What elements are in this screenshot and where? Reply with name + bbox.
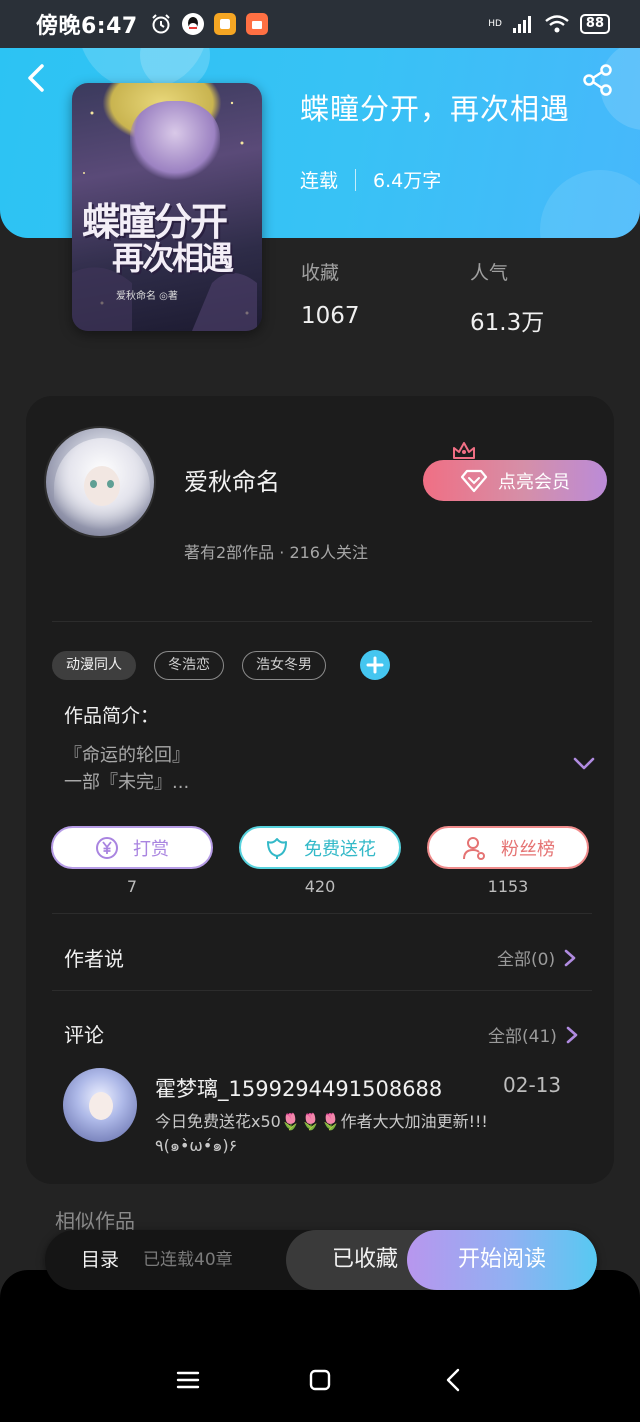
intro-line: 『命运的轮回』 (64, 745, 190, 766)
divider (52, 913, 592, 914)
fan-ranking-button[interactable]: 粉丝榜 (427, 826, 589, 869)
comment-text: 今日免费送花x50🌷🌷🌷作者大大加油更新!!! ٩(๑•̀ω•́๑)۶ (155, 1110, 488, 1158)
author-says-more[interactable]: 全部(0) (497, 945, 577, 970)
meta-divider (355, 168, 357, 191)
back-nav-icon[interactable] (438, 1364, 470, 1396)
reward-label: 打赏 (133, 838, 169, 860)
tag-list: 动漫同人 冬浩恋 浩女冬男 (52, 650, 390, 680)
signal-icon (512, 16, 531, 33)
crown-icon (453, 442, 475, 459)
word-count: 6.4万字 (373, 170, 442, 192)
divider (52, 621, 592, 622)
shop-icon (245, 13, 268, 35)
yen-icon (96, 836, 118, 859)
back-button[interactable] (22, 60, 52, 96)
vip-label: 点亮会员 (498, 471, 570, 493)
status-time: 傍晚6:47 (36, 14, 138, 39)
vip-button[interactable]: 点亮会员 (423, 460, 607, 501)
notes-icon (213, 13, 236, 35)
home-icon[interactable] (304, 1364, 336, 1396)
tag-item[interactable]: 冬浩恋 (154, 650, 224, 680)
fan-count: 1153 (487, 877, 529, 896)
book-meta: 连载 6.4万字 (300, 166, 441, 193)
comment-date: 02-13 (503, 1073, 562, 1097)
send-flower-label: 免费送花 (304, 838, 376, 860)
send-flower-button[interactable]: 免费送花 (239, 826, 401, 869)
chevron-down-icon[interactable] (572, 754, 596, 774)
book-status: 连载 (300, 170, 339, 192)
chapter-count: 已连载40章 (143, 1250, 233, 1270)
author-says-more-label: 全部(0) (497, 950, 556, 970)
author-subtitle: 著有2部作品 · 216人关注 (184, 543, 368, 562)
battery-indicator: 88 (579, 14, 610, 34)
diamond-icon (460, 469, 488, 492)
cover-title-line2: 再次相遇 (112, 239, 234, 277)
tag-item[interactable]: 浩女冬男 (242, 650, 326, 680)
chevron-right-icon (566, 1026, 578, 1043)
stat-favorites: 收藏 1067 (301, 258, 360, 329)
author-name[interactable]: 爱秋命名 (184, 462, 280, 497)
book-title: 蝶瞳分开，再次相遇 (300, 92, 571, 126)
cover-byline: 爱秋命名 ◎著 (116, 291, 178, 302)
user-icon (463, 836, 485, 860)
flower-icon (267, 837, 287, 859)
qq-icon (181, 13, 204, 35)
divider (52, 990, 592, 991)
stat-value: 1067 (301, 303, 360, 329)
comments-more-label: 全部(41) (488, 1027, 557, 1047)
alarm-icon (150, 13, 172, 35)
tag-item[interactable]: 动漫同人 (52, 650, 136, 680)
stat-popularity: 人气 61.3万 (470, 258, 544, 337)
author-avatar[interactable] (44, 426, 156, 538)
stat-label: 人气 (470, 262, 509, 284)
status-bar: 傍晚6:47 HD 88 (0, 0, 640, 48)
network-badge: HD (488, 19, 502, 29)
bottom-panel (0, 1270, 640, 1422)
comments-title: 评论 (64, 1023, 104, 1047)
commenter-name[interactable]: 霍梦璃_1599294491508688 (155, 1073, 442, 1103)
book-cover[interactable]: 蝶瞳分开 再次相遇 爱秋命名 ◎著 (72, 83, 262, 331)
intro-label: 作品简介： (64, 705, 160, 727)
comments-more[interactable]: 全部(41) (488, 1022, 579, 1047)
add-tag-button[interactable] (360, 650, 390, 680)
commenter-avatar[interactable] (63, 1068, 137, 1142)
comment-line: ٩(๑•̀ω•́๑)۶ (155, 1136, 238, 1155)
stat-value: 61.3万 (470, 310, 545, 336)
reward-count: 7 (126, 877, 138, 896)
comment-line: 今日免费送花x50🌷🌷🌷作者大大加油更新!!! (155, 1112, 488, 1131)
bottom-action-bar: 目录 已连载40章 已收藏 开始阅读 (45, 1230, 597, 1290)
stat-label: 收藏 (301, 262, 340, 284)
fan-ranking-label: 粉丝榜 (501, 838, 555, 860)
reward-button[interactable]: 打赏 (51, 826, 213, 869)
plus-icon (366, 656, 384, 674)
share-icon (583, 64, 612, 96)
toc-button[interactable]: 目录 (81, 1230, 119, 1290)
intro-line: 一部『未完』... (64, 772, 190, 793)
menu-icon[interactable] (172, 1364, 204, 1396)
share-button[interactable] (580, 62, 616, 98)
start-reading-button[interactable]: 开始阅读 (407, 1230, 597, 1290)
chevron-right-icon (564, 949, 576, 966)
chevron-left-icon (28, 64, 44, 92)
author-says-title: 作者说 (64, 947, 124, 971)
intro-text[interactable]: 『命运的轮回』 一部『未完』... (64, 742, 190, 796)
flower-count: 420 (304, 877, 336, 896)
wifi-icon (545, 15, 569, 33)
